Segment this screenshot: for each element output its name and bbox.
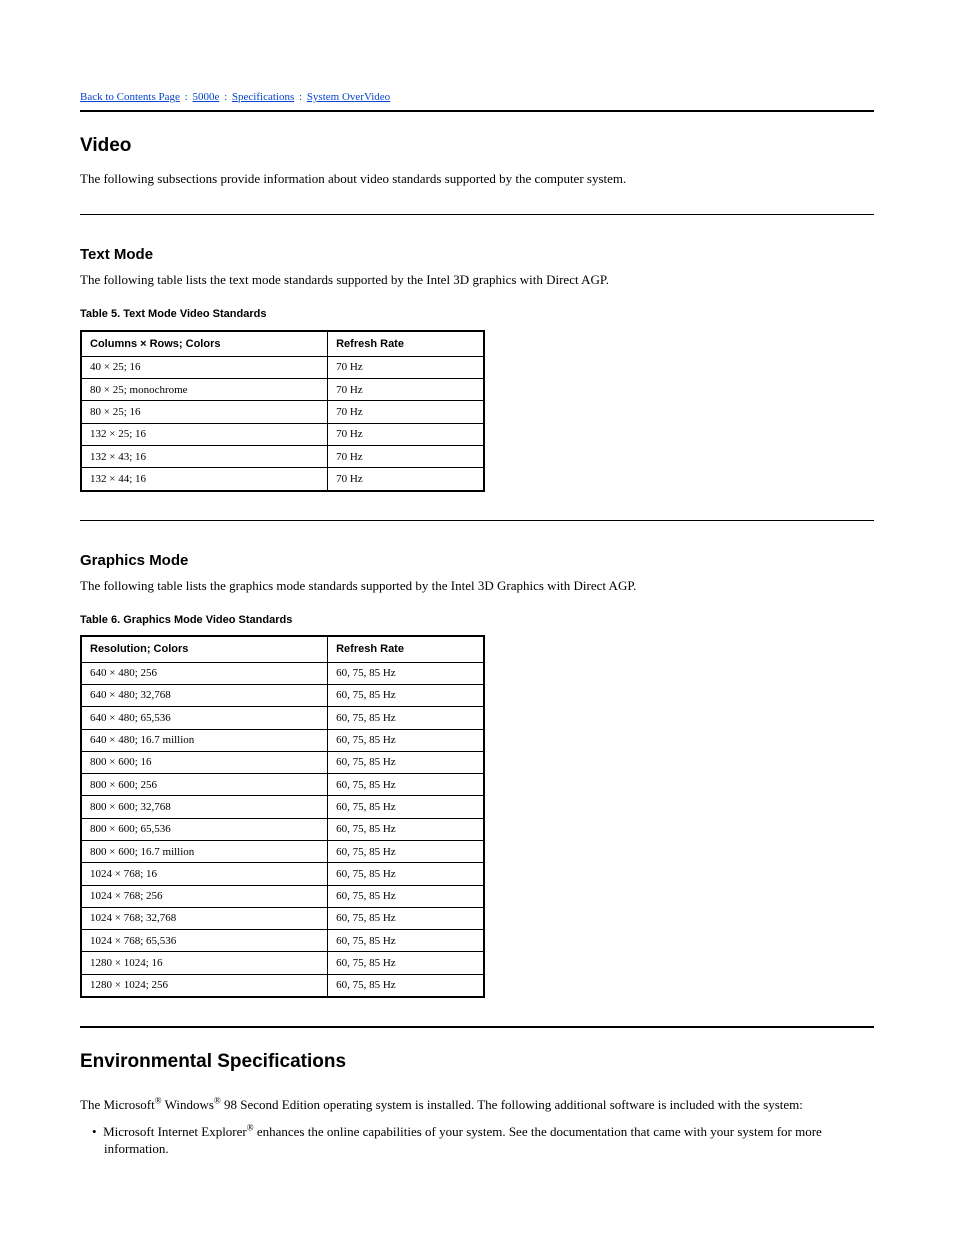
table-header-resolution: Resolution; Colors (81, 636, 328, 662)
cell: 800 × 600; 16.7 million (81, 841, 328, 863)
cell: 60, 75, 85 Hz (328, 952, 484, 974)
cell: 60, 75, 85 Hz (328, 751, 484, 773)
text-mode-table: Columns × Rows; Colors Refresh Rate 40 ×… (80, 330, 485, 492)
cell: 60, 75, 85 Hz (328, 684, 484, 706)
divider (80, 520, 874, 521)
cell: 70 Hz (328, 446, 484, 468)
cell: 80 × 25; 16 (81, 401, 328, 423)
table-header-resolution: Columns × Rows; Colors (81, 331, 328, 357)
breadcrumb-back-link[interactable]: Back to Contents Page (80, 91, 180, 103)
breadcrumb-specs-link[interactable]: Specifications (232, 91, 294, 103)
table-row: 1280 × 1024; 25660, 75, 85 Hz (81, 974, 484, 997)
table-row: 1280 × 1024; 1660, 75, 85 Hz (81, 952, 484, 974)
breadcrumb: Back to Contents Page : 5000e : Specific… (80, 90, 874, 104)
breadcrumb-sep: : (219, 91, 232, 103)
cell: 1024 × 768; 16 (81, 863, 328, 885)
breadcrumb-subsection-link[interactable]: System OverVideo (307, 91, 390, 103)
divider (80, 110, 874, 112)
table-row: 800 × 600; 25660, 75, 85 Hz (81, 774, 484, 796)
cell: 1024 × 768; 256 (81, 885, 328, 907)
table-row: 132 × 44; 1670 Hz (81, 468, 484, 491)
table-row: 80 × 25; 1670 Hz (81, 401, 484, 423)
cell: 800 × 600; 256 (81, 774, 328, 796)
intro-text: The following subsections provide inform… (80, 171, 874, 188)
cell: 60, 75, 85 Hz (328, 774, 484, 796)
cell: 800 × 600; 32,768 (81, 796, 328, 818)
env-spec-heading: Environmental Specifications (80, 1050, 874, 1075)
cell: 60, 75, 85 Hz (328, 729, 484, 751)
table-header-refresh: Refresh Rate (328, 331, 484, 357)
cell: 640 × 480; 16.7 million (81, 729, 328, 751)
text: Microsoft Internet Explorer (103, 1124, 247, 1139)
table-5-caption: Table 5. Text Mode Video Standards (80, 307, 874, 321)
cell: 70 Hz (328, 356, 484, 378)
text: The Microsoft (80, 1097, 155, 1112)
cell: 640 × 480; 65,536 (81, 707, 328, 729)
text-mode-intro: The following table lists the text mode … (80, 272, 874, 289)
divider (80, 214, 874, 215)
cell: 60, 75, 85 Hz (328, 907, 484, 929)
cell: 640 × 480; 256 (81, 662, 328, 684)
cell: 1280 × 1024; 16 (81, 952, 328, 974)
cell: 132 × 43; 16 (81, 446, 328, 468)
env-spec-text: The Microsoft® Windows® 98 Second Editio… (80, 1097, 874, 1114)
breadcrumb-sep: : (294, 91, 307, 103)
cell: 132 × 25; 16 (81, 423, 328, 445)
registered-icon: ® (155, 1095, 162, 1105)
table-row: 800 × 600; 32,76860, 75, 85 Hz (81, 796, 484, 818)
cell: 60, 75, 85 Hz (328, 863, 484, 885)
cell: 70 Hz (328, 379, 484, 401)
graphics-mode-intro: The following table lists the graphics m… (80, 578, 874, 595)
table-row: 80 × 25; monochrome70 Hz (81, 379, 484, 401)
table-row: 640 × 480; 25660, 75, 85 Hz (81, 662, 484, 684)
cell: 800 × 600; 16 (81, 751, 328, 773)
table-row: 640 × 480; 32,76860, 75, 85 Hz (81, 684, 484, 706)
breadcrumb-sep: : (180, 91, 193, 103)
cell: 1280 × 1024; 256 (81, 974, 328, 997)
table-row: 132 × 25; 1670 Hz (81, 423, 484, 445)
table-row: 800 × 600; 65,53660, 75, 85 Hz (81, 818, 484, 840)
cell: 60, 75, 85 Hz (328, 930, 484, 952)
cell: 60, 75, 85 Hz (328, 818, 484, 840)
text: Windows (162, 1097, 214, 1112)
breadcrumb-model-link[interactable]: 5000e (192, 91, 219, 103)
table-row: 1024 × 768; 1660, 75, 85 Hz (81, 863, 484, 885)
cell: 60, 75, 85 Hz (328, 885, 484, 907)
cell: 70 Hz (328, 468, 484, 491)
graphics-mode-heading: Graphics Mode (80, 551, 874, 571)
cell: 1024 × 768; 32,768 (81, 907, 328, 929)
cell: 800 × 600; 65,536 (81, 818, 328, 840)
table-row: 1024 × 768; 25660, 75, 85 Hz (81, 885, 484, 907)
env-spec-bullet: • Microsoft Internet Explorer® enhances … (80, 1124, 874, 1158)
cell: 40 × 25; 16 (81, 356, 328, 378)
cell: 1024 × 768; 65,536 (81, 930, 328, 952)
cell: 60, 75, 85 Hz (328, 662, 484, 684)
cell: 60, 75, 85 Hz (328, 707, 484, 729)
table-row: 800 × 600; 1660, 75, 85 Hz (81, 751, 484, 773)
cell: 60, 75, 85 Hz (328, 841, 484, 863)
table-row: 640 × 480; 16.7 million60, 75, 85 Hz (81, 729, 484, 751)
cell: 60, 75, 85 Hz (328, 796, 484, 818)
page-title: Video (80, 134, 874, 159)
table-row: 132 × 43; 1670 Hz (81, 446, 484, 468)
text: 98 Second Edition operating system is in… (221, 1097, 803, 1112)
table-row: 1024 × 768; 32,76860, 75, 85 Hz (81, 907, 484, 929)
cell: 70 Hz (328, 423, 484, 445)
divider (80, 1026, 874, 1028)
table-row: 800 × 600; 16.7 million60, 75, 85 Hz (81, 841, 484, 863)
table-header-refresh: Refresh Rate (328, 636, 484, 662)
table-row: 40 × 25; 1670 Hz (81, 356, 484, 378)
registered-icon: ® (247, 1122, 254, 1132)
table-row: 640 × 480; 65,53660, 75, 85 Hz (81, 707, 484, 729)
registered-icon: ® (214, 1095, 221, 1105)
graphics-mode-table: Resolution; Colors Refresh Rate 640 × 48… (80, 635, 485, 998)
cell: 80 × 25; monochrome (81, 379, 328, 401)
table-row: 1024 × 768; 65,53660, 75, 85 Hz (81, 930, 484, 952)
text-mode-heading: Text Mode (80, 245, 874, 265)
cell: 640 × 480; 32,768 (81, 684, 328, 706)
cell: 70 Hz (328, 401, 484, 423)
cell: 132 × 44; 16 (81, 468, 328, 491)
cell: 60, 75, 85 Hz (328, 974, 484, 997)
table-6-caption: Table 6. Graphics Mode Video Standards (80, 613, 874, 627)
